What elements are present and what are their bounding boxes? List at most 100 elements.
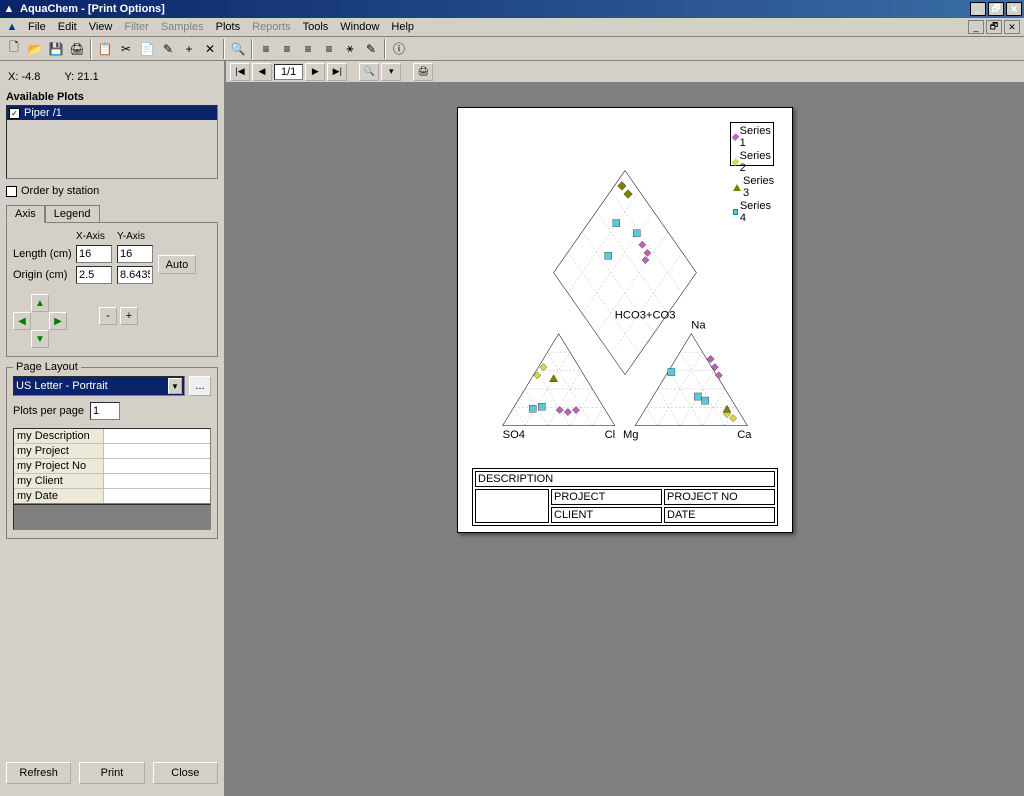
info-icon[interactable]: ⓘ (389, 39, 409, 59)
available-plots-list[interactable]: ✓ Piper /1 (6, 105, 218, 179)
mdi-minimize-button[interactable]: _ (968, 20, 984, 34)
menu-window[interactable]: Window (334, 19, 385, 35)
close-window-button[interactable]: ✕ (1006, 2, 1022, 16)
x-axis-header: X-Axis (76, 231, 114, 242)
print-preview-button[interactable]: 🖨 (413, 63, 433, 81)
piper-plot: Series 1 Series 2 Series 3 Series 4 (472, 118, 778, 468)
length-y-input[interactable] (117, 245, 153, 263)
plot-legend: Series 1 Series 2 Series 3 Series 4 (730, 122, 774, 166)
svg-text:Ca: Ca (737, 429, 752, 441)
meta-projectno-value[interactable] (104, 459, 210, 473)
dpad-up-button[interactable]: ▲ (31, 294, 49, 312)
save-icon[interactable]: 💾 (46, 39, 66, 59)
zoom-dropdown-button[interactable]: ▾ (381, 63, 401, 81)
paper-size-combo[interactable]: US Letter - Portrait ▼ (13, 376, 185, 396)
chevron-down-icon: ▼ (168, 378, 182, 394)
dpad-down-button[interactable]: ▼ (31, 330, 49, 348)
align-left-icon[interactable]: ≡ (256, 39, 276, 59)
align-center-icon[interactable]: ≡ (277, 39, 297, 59)
mdi-restore-button[interactable]: 🗗 (986, 20, 1002, 34)
meta-date-value[interactable] (104, 489, 210, 503)
delete-icon[interactable]: ✕ (200, 39, 220, 59)
menubar: ▲ File Edit View Filter Samples Plots Re… (0, 18, 1024, 37)
menu-reports: Reports (246, 19, 297, 35)
menu-file[interactable]: File (22, 19, 52, 35)
new-icon[interactable]: 🗋 (4, 39, 24, 59)
page-indicator: 1/1 (274, 64, 303, 80)
axis-so4: SO4 (503, 429, 525, 441)
prev-page-button[interactable]: ◀ (252, 63, 272, 81)
dpad-right-button[interactable]: ▶ (49, 312, 67, 330)
plot-item-label: Piper /1 (24, 107, 62, 119)
origin-y-input[interactable] (117, 266, 153, 284)
zoom-button[interactable]: 🔍 (359, 63, 379, 81)
close-button[interactable]: Close (153, 762, 218, 784)
menu-edit[interactable]: Edit (52, 19, 83, 35)
coordinates-display: X: -4.8 Y: 21.1 (6, 67, 218, 87)
list-item[interactable]: ✓ Piper /1 (7, 106, 217, 120)
mdi-app-icon: ▲ (4, 19, 20, 35)
minus-button[interactable]: - (99, 307, 117, 325)
last-page-button[interactable]: ▶| (327, 63, 347, 81)
available-plots-label: Available Plots (6, 91, 218, 103)
sep-icon (90, 39, 92, 59)
metadata-grid[interactable]: my Description my Project my Project No … (13, 428, 211, 504)
meta-date-label: my Date (14, 489, 104, 503)
app-icon: ▲ (2, 2, 16, 16)
y-axis-header: Y-Axis (117, 231, 155, 242)
meta-client-value[interactable] (104, 474, 210, 488)
restore-button[interactable]: 🗗 (988, 2, 1004, 16)
first-page-button[interactable]: |◀ (230, 63, 250, 81)
order-by-station-checkbox[interactable] (6, 186, 17, 197)
preview-toolbar: |◀ ◀ 1/1 ▶ ▶| 🔍 ▾ 🖨 (226, 61, 1024, 83)
tab-legend[interactable]: Legend (45, 205, 100, 222)
cut-icon[interactable]: ✂ (116, 39, 136, 59)
add-icon[interactable]: + (179, 39, 199, 59)
preview-area: |◀ ◀ 1/1 ▶ ▶| 🔍 ▾ 🖨 Series 1 Series 2 Se… (226, 61, 1024, 796)
checkbox-icon[interactable]: ✓ (9, 108, 20, 119)
page-preview: Series 1 Series 2 Series 3 Series 4 (457, 107, 793, 533)
menu-tools[interactable]: Tools (297, 19, 335, 35)
menu-help[interactable]: Help (385, 19, 420, 35)
wand-icon[interactable]: ⚹ (340, 39, 360, 59)
find-icon[interactable]: 🔍 (228, 39, 248, 59)
page-footer-table: DESCRIPTION PROJECTPROJECT NO CLIENTDATE (472, 468, 778, 526)
origin-x-input[interactable] (76, 266, 112, 284)
pen-icon[interactable]: ✎ (361, 39, 381, 59)
preview-canvas[interactable]: Series 1 Series 2 Series 3 Series 4 (226, 83, 1024, 796)
sidebar: X: -4.8 Y: 21.1 Available Plots ✓ Piper … (0, 61, 226, 796)
align-right-icon[interactable]: ≡ (298, 39, 318, 59)
page-layout-legend: Page Layout (13, 361, 81, 373)
meta-description-value[interactable] (104, 429, 210, 443)
open-icon[interactable]: 📂 (25, 39, 45, 59)
paste-icon[interactable]: 📄 (137, 39, 157, 59)
meta-project-label: my Project (14, 444, 104, 458)
meta-project-value[interactable] (104, 444, 210, 458)
meta-projectno-label: my Project No (14, 459, 104, 473)
sep-icon (251, 39, 253, 59)
plots-per-page-input[interactable] (90, 402, 120, 420)
edit-icon[interactable]: ✎ (158, 39, 178, 59)
svg-text:Na: Na (691, 320, 706, 332)
auto-button[interactable]: Auto (158, 255, 196, 274)
plots-per-page-label: Plots per page (13, 405, 84, 417)
svg-text:HCO3+CO3: HCO3+CO3 (615, 310, 676, 322)
menu-samples: Samples (155, 19, 210, 35)
print-icon[interactable]: 🖨 (67, 39, 87, 59)
paper-ellipsis-button[interactable]: ... (189, 376, 211, 396)
minimize-button[interactable]: _ (970, 2, 986, 16)
copy-icon[interactable]: 📋 (95, 39, 115, 59)
sep-icon (384, 39, 386, 59)
length-x-input[interactable] (76, 245, 112, 263)
next-page-button[interactable]: ▶ (305, 63, 325, 81)
page-layout-fieldset: Page Layout US Letter - Portrait ▼ ... P… (6, 367, 218, 539)
plus-button[interactable]: + (120, 307, 138, 325)
list-icon[interactable]: ≡ (319, 39, 339, 59)
print-button[interactable]: Print (79, 762, 144, 784)
tab-axis[interactable]: Axis (6, 205, 45, 223)
menu-plots[interactable]: Plots (210, 19, 246, 35)
mdi-close-button[interactable]: ✕ (1004, 20, 1020, 34)
menu-view[interactable]: View (83, 19, 119, 35)
refresh-button[interactable]: Refresh (6, 762, 71, 784)
dpad-left-button[interactable]: ◀ (13, 312, 31, 330)
